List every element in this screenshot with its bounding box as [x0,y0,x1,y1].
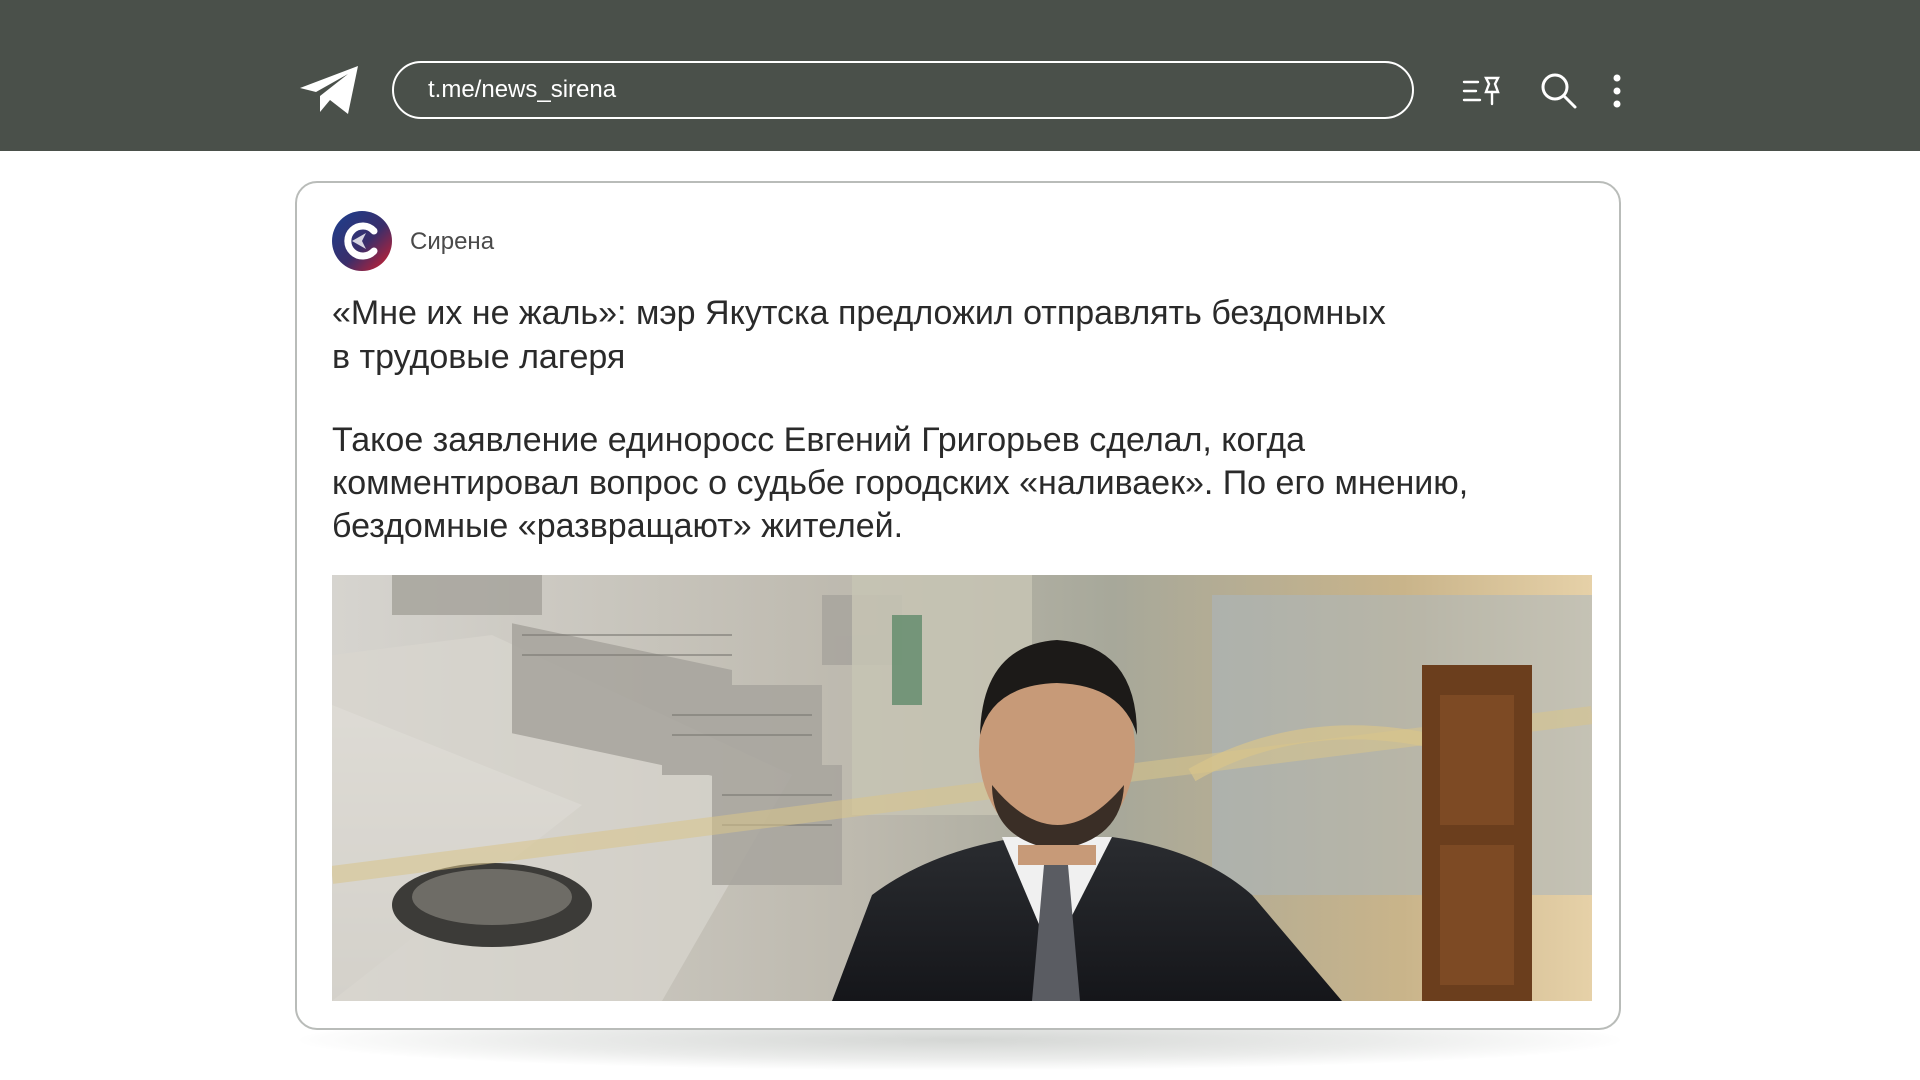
post-title: «Мне их не жаль»: мэр Якутска предложил … [332,291,1552,379]
post-body-line: комментировал вопрос о судьбе городских … [332,464,1469,502]
post-title-line: в трудовые лагеря [332,338,626,376]
telegram-icon[interactable] [298,62,362,118]
post-card: Сирена «Мне их не жаль»: мэр Якутска пре… [295,181,1621,1030]
post-body-line: Такое заявление единоросс Евгений Григор… [332,421,1306,459]
post-body-line: бездомные «развращают» жителей. [332,507,904,545]
post-body: Такое заявление единоросс Евгений Григор… [332,419,1592,548]
url-text: t.me/news_sirena [428,76,617,103]
channel-name[interactable]: Сирена [410,228,494,256]
top-bar: t.me/news_sirena [0,0,1920,151]
pinned-messages-icon[interactable] [1462,70,1504,112]
url-bar[interactable]: t.me/news_sirena [392,61,1414,119]
post-title-line: «Мне их не жаль»: мэр Якутска предложил … [332,294,1386,332]
channel-avatar[interactable] [332,211,392,271]
more-vertical-icon[interactable] [1596,70,1638,112]
post-photo[interactable] [332,575,1592,1001]
search-icon[interactable] [1538,70,1580,112]
